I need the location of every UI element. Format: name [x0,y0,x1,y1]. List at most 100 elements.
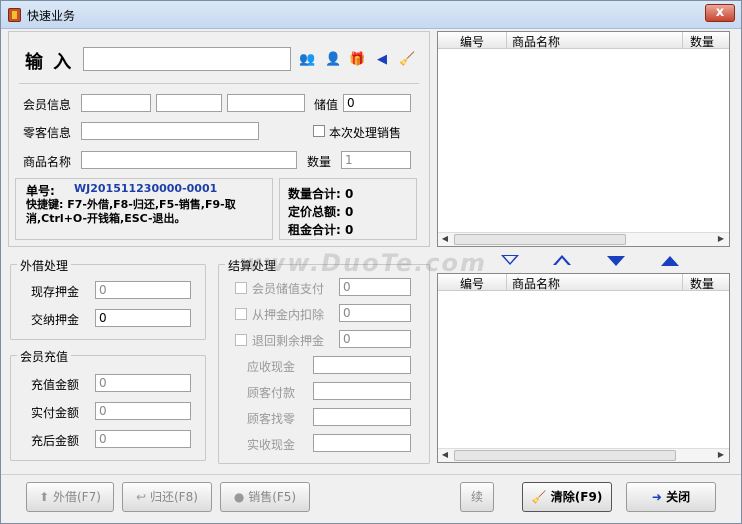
process-sale-label: 本次处理销售 [329,126,402,140]
member-pay-label: 会员储值支付 [252,282,325,296]
retail-info-label: 零客信息 [23,126,72,140]
scroll-thumb[interactable] [454,234,626,245]
main-input[interactable] [83,47,291,71]
scroll-right-icon[interactable]: ▶ [714,233,728,246]
clear-button[interactable]: 🧹 清除(F9) [522,482,612,512]
col-qty[interactable]: 数量 [690,275,714,292]
borrow-button[interactable]: ⬆ 外借(F7) [26,482,114,512]
deposit-deduct-checkbox[interactable] [235,308,247,320]
sell-icon: ● [233,490,245,504]
col-name[interactable]: 商品名称 [512,275,560,292]
recharge-amount-field[interactable]: 0 [95,374,191,392]
current-deposit-label: 现存押金 [31,285,80,299]
return-button[interactable]: ↩ 归还(F8) [122,482,212,512]
shortcut-text: 快捷键: F7-外借,F8-归还,F5-销售,F9-取消,Ctrl+O-开钱箱,… [26,198,236,225]
scroll-right-icon[interactable]: ▶ [714,449,728,462]
change-field[interactable] [313,408,411,426]
broom-icon: 🧹 [531,490,547,504]
rent-total: 租金合计: 0 [288,223,354,237]
back-arrow-icon[interactable]: ◀ [374,52,390,68]
receivable-label: 应收现金 [247,360,296,374]
current-deposit-field[interactable]: 0 [95,281,191,299]
recharge-title: 会员充值 [17,348,72,365]
borrow-icon: ⬆ [39,490,50,504]
order-no: WJ201511230000-0001 [74,182,218,195]
close-window-button[interactable]: x [705,4,735,22]
members-icon[interactable]: 👥 [299,52,315,68]
title-bar: 快速业务 x [1,1,741,29]
after-amount-field[interactable]: 0 [95,430,191,448]
product-name-field[interactable] [81,151,297,169]
close-button[interactable]: ➜ 关闭 [626,482,716,512]
return-icon: ↩ [136,490,147,504]
member-info-label: 会员信息 [23,98,72,112]
scroll-left-icon[interactable]: ◀ [438,233,452,246]
member-pay-field[interactable]: 0 [339,278,411,296]
top-grid-header: 编号 商品名称 数量 [438,32,729,49]
customer-paid-label: 顾客付款 [247,386,296,400]
product-name-label: 商品名称 [23,155,72,169]
process-sale-checkbox[interactable] [313,125,325,137]
move-down-outline-inner [504,256,516,263]
qty-total: 数量合计: 0 [288,187,354,201]
input-label: 输 入 [25,52,74,73]
deposit-deduct-field[interactable]: 0 [339,304,411,322]
deposit-deduct-label: 从押金内扣除 [252,308,325,322]
settle-group: 结算处理 会员储值支付 0 从押金内扣除 0 退回剩余押金 0 应收现金 顾客付… [218,257,430,464]
receivable-field[interactable] [313,356,411,374]
move-all-down-icon[interactable] [607,256,625,266]
quantity-field[interactable]: 1 [341,151,411,169]
recharge-amount-label: 充值金额 [31,378,80,392]
borrow-title: 外借处理 [17,257,72,274]
stored-value-label: 储值 [314,98,339,112]
move-up-outline-inner [556,258,568,265]
input-panel: 输 入 👥 👤 🎁 ◀ 🧹 会员信息 储值 0 零客信息 本次处理销售 商品名称… [8,31,430,247]
recharge-group: 会员充值 充值金额 0 实付金额 0 充后金额 0 [10,348,206,461]
stored-value-field[interactable]: 0 [343,94,411,112]
quantity-label: 数量 [307,155,332,169]
member-field-1[interactable] [81,94,151,112]
member-pay-checkbox[interactable] [235,282,247,294]
continue-button[interactable]: 续 [460,482,494,512]
pay-deposit-field[interactable]: 0 [95,309,191,327]
sell-button[interactable]: ● 销售(F5) [220,482,310,512]
pay-deposit-label: 交纳押金 [31,313,80,327]
change-label: 顾客找零 [247,412,296,426]
refund-label: 退回剩余押金 [252,334,325,348]
scroll-thumb[interactable] [454,450,676,461]
totals-box: 数量合计: 0 定价总额: 0 租金合计: 0 [279,178,417,240]
order-no-label: 单号: [26,184,55,198]
retail-info-field[interactable] [81,122,259,140]
after-amount-label: 充后金额 [31,434,80,448]
bottom-grid-hscroll[interactable]: ◀ ▶ [438,448,729,462]
col-no[interactable]: 编号 [460,275,484,292]
member-field-3[interactable] [227,94,305,112]
app-window: 快速业务 x 输 入 👥 👤 🎁 ◀ 🧹 会员信息 储值 0 零客信息 本次处理… [0,0,742,524]
order-info-box: 单号: WJ201511230000-0001 快捷键: F7-外借,F8-归还… [15,178,273,240]
scroll-left-icon[interactable]: ◀ [438,449,452,462]
price-total: 定价总额: 0 [288,205,354,219]
actual-cash-label: 实收现金 [247,438,296,452]
bottom-items-grid[interactable]: 编号 商品名称 数量 ◀ ▶ [437,273,730,463]
refund-field[interactable]: 0 [339,330,411,348]
move-all-up-icon[interactable] [661,256,679,266]
col-name[interactable]: 商品名称 [512,33,560,50]
window-title: 快速业务 [27,9,76,23]
col-no[interactable]: 编号 [460,33,484,50]
app-icon [8,8,21,22]
broom-icon[interactable]: 🧹 [399,52,415,68]
member-field-2[interactable] [156,94,222,112]
actual-cash-field[interactable] [313,434,411,452]
top-items-grid[interactable]: 编号 商品名称 数量 ◀ ▶ [437,31,730,247]
refund-checkbox[interactable] [235,334,247,346]
user-icon[interactable]: 👤 [325,52,341,68]
exit-icon: ➜ [651,490,662,504]
top-grid-hscroll[interactable]: ◀ ▶ [438,232,729,246]
gift-icon[interactable]: 🎁 [349,52,365,68]
separator [19,83,419,84]
paid-amount-label: 实付金额 [31,406,80,420]
col-qty[interactable]: 数量 [690,33,714,50]
customer-paid-field[interactable] [313,382,411,400]
paid-amount-field[interactable]: 0 [95,402,191,420]
watermark: www.DuoTe.com [239,249,487,277]
